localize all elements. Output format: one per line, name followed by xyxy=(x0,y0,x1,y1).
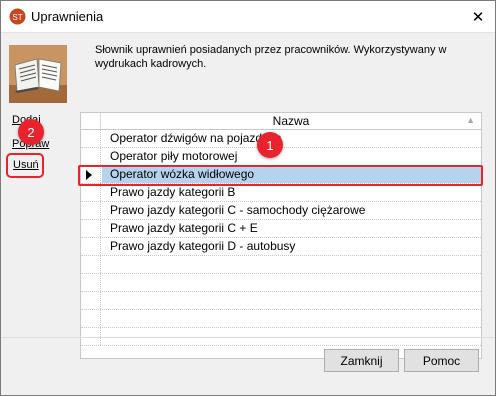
grid-rows: Operator dźwigów na pojazdach Operator pi… xyxy=(81,130,481,346)
table-row[interactable]: Prawo jazdy kategorii B xyxy=(81,184,481,202)
help-button[interactable]: Pomoc xyxy=(404,349,479,372)
close-window-button[interactable]: ✕ xyxy=(467,7,489,27)
delete-highlight-annotation xyxy=(6,153,44,178)
row-name-cell: Operator dźwigów na pojazdach xyxy=(110,131,282,145)
table-row[interactable] xyxy=(81,292,481,310)
book-icon xyxy=(9,45,67,103)
window-title: Uprawnienia xyxy=(31,9,104,24)
row-name-cell: Operator piły motorowej xyxy=(110,149,238,163)
table-row[interactable]: Prawo jazdy kategorii D - autobusy xyxy=(81,238,481,256)
row-indicator-cell[interactable] xyxy=(81,274,101,291)
column-header-nazwa[interactable]: Nazwa xyxy=(101,114,481,128)
app-logo-icon: ST xyxy=(9,8,26,25)
table-row[interactable] xyxy=(81,310,481,328)
dictionary-description: Słownik uprawnień posiadanych przez prac… xyxy=(95,44,447,70)
row-indicator-cell[interactable] xyxy=(81,202,101,219)
step-badge-2: 2 xyxy=(18,119,44,145)
row-indicator-cell[interactable] xyxy=(81,310,101,327)
row-name-cell: Prawo jazdy kategorii C + E xyxy=(110,221,258,235)
dialog-window: ST Uprawnienia ✕ Słownik uprawnień posia… xyxy=(0,0,496,396)
row-indicator-cell[interactable] xyxy=(81,130,101,147)
row-indicator-cell[interactable] xyxy=(81,292,101,309)
table-row[interactable]: Prawo jazdy kategorii C - samochody cięż… xyxy=(81,202,481,220)
step-badge-1: 1 xyxy=(257,132,283,158)
sort-arrow-icon: ▲ xyxy=(466,115,475,125)
table-row[interactable]: Prawo jazdy kategorii C + E xyxy=(81,220,481,238)
title-bar: ST Uprawnienia ✕ xyxy=(1,1,495,33)
row-indicator-cell[interactable] xyxy=(81,256,101,273)
row-indicator-cell[interactable] xyxy=(81,220,101,237)
svg-text:ST: ST xyxy=(12,13,22,22)
close-icon: ✕ xyxy=(471,9,485,26)
row-indicator-cell[interactable] xyxy=(81,184,101,201)
dialog-content: Słownik uprawnień posiadanych przez prac… xyxy=(1,33,495,395)
header-indicator-cell xyxy=(81,113,101,129)
selected-row-highlight-annotation xyxy=(78,165,483,186)
row-name-cell: Prawo jazdy kategorii B xyxy=(110,185,236,199)
table-row[interactable] xyxy=(81,274,481,292)
row-name-cell: Prawo jazdy kategorii D - autobusy xyxy=(110,239,296,253)
row-indicator-cell[interactable] xyxy=(81,148,101,165)
row-indicator-cell[interactable] xyxy=(81,238,101,255)
grid-header: Nazwa ▲ xyxy=(81,113,481,130)
close-button[interactable]: Zamknij xyxy=(324,349,399,372)
footer-separator xyxy=(1,337,495,338)
row-name-cell: Prawo jazdy kategorii C - samochody cięż… xyxy=(110,203,366,217)
table-row[interactable] xyxy=(81,256,481,274)
